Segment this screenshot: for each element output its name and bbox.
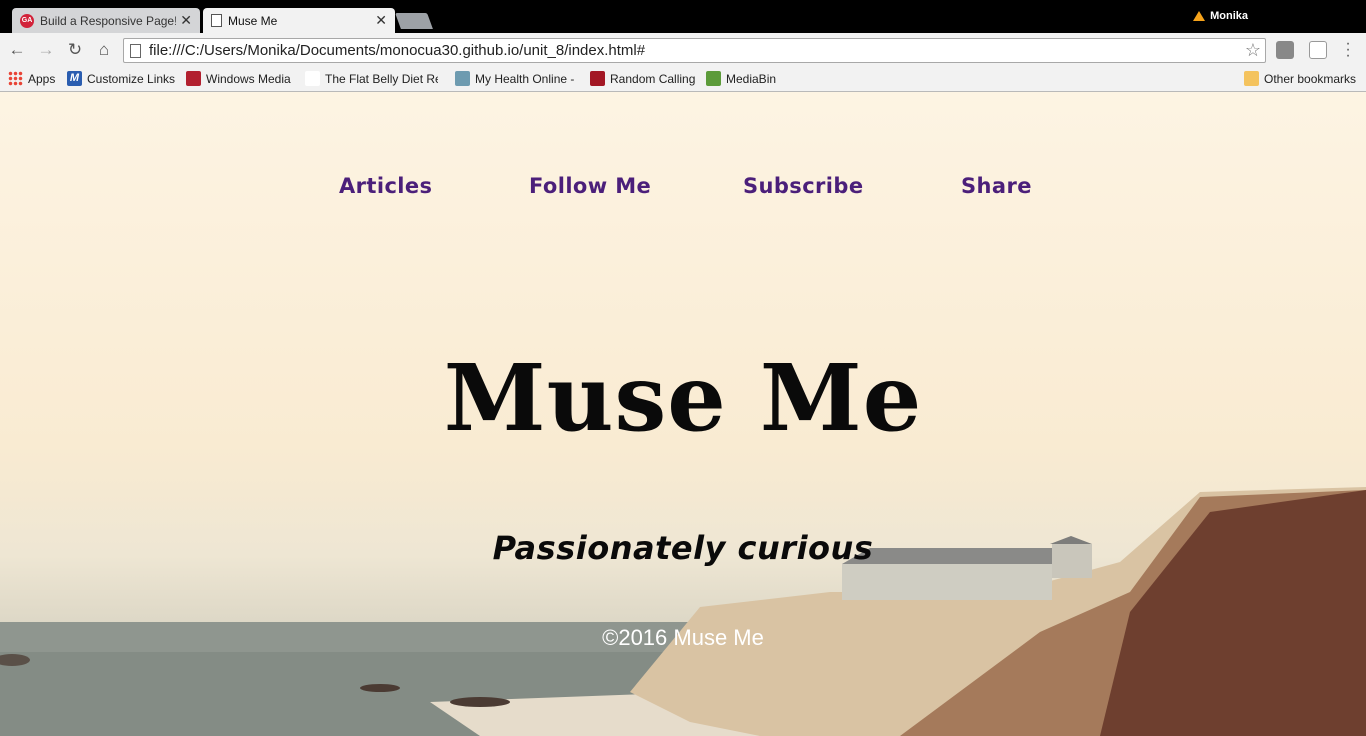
site-title: Muse Me [443, 344, 923, 452]
page-content: Articles Follow Me Subscribe Share Muse … [0, 92, 1366, 736]
bookmark-apps[interactable]: Apps [8, 71, 55, 86]
ga-icon: GA [20, 13, 34, 28]
forward-icon[interactable]: → [35, 39, 57, 61]
bookmark-random-calling[interactable]: Random Calling [590, 71, 695, 86]
mediabin-icon [706, 71, 721, 86]
nav-subscribe[interactable]: Subscribe [743, 174, 863, 198]
bookmark-label: My Health Online - [475, 71, 575, 86]
extension-icon[interactable] [1309, 41, 1327, 59]
bookmark-label: MediaBin [726, 71, 777, 86]
bookmark-customize-links[interactable]: M Customize Links [67, 71, 175, 86]
page-icon [211, 14, 222, 27]
reload-icon[interactable]: ↻ [64, 39, 86, 61]
star-icon[interactable]: ☆ [1245, 40, 1261, 61]
folder-icon [1244, 71, 1259, 86]
bookmark-label: Customize Links [87, 71, 176, 86]
home-icon[interactable]: ⌂ [93, 39, 115, 61]
menu-icon[interactable]: · · · [1341, 36, 1355, 64]
tab-title: Muse Me [228, 13, 278, 28]
bookmark-windows-media[interactable]: Windows Media [186, 71, 291, 86]
apps-icon [8, 71, 23, 86]
address-bar[interactable]: file:///C:/Users/Monika/Documents/monocu… [123, 38, 1266, 63]
bookmarks-bar: Apps M Customize Links Windows Media The… [0, 67, 1366, 92]
tab-strip: GA Build a Responsive Page! ✕ Muse Me ✕ … [0, 0, 1366, 33]
profile-button[interactable]: Monika [1193, 10, 1248, 22]
tab-build-responsive-page[interactable]: GA Build a Responsive Page! ✕ [12, 8, 200, 33]
back-icon[interactable]: ← [6, 39, 28, 61]
bookmark-label: Random Calling [610, 71, 696, 86]
nav-articles[interactable]: Articles [339, 174, 432, 198]
extension-icon[interactable] [1276, 41, 1294, 59]
new-tab-button[interactable] [395, 13, 433, 29]
close-icon[interactable]: ✕ [180, 12, 192, 29]
bookmark-flat-belly[interactable]: The Flat Belly Diet Rev [305, 71, 438, 86]
bookmark-label: The Flat Belly Diet Rev [325, 71, 438, 86]
bookmark-label: Windows Media [206, 71, 291, 86]
bookmark-label: Apps [28, 71, 56, 86]
windows-media-icon [186, 71, 201, 86]
other-bookmarks[interactable]: Other bookmarks [1244, 71, 1356, 86]
close-icon[interactable]: ✕ [375, 12, 387, 29]
tab-title: Build a Responsive Page! [40, 13, 177, 28]
profile-name: Monika [1210, 10, 1248, 22]
bookmark-label: Other bookmarks [1264, 71, 1357, 86]
url-text[interactable]: file:///C:/Users/Monika/Documents/monocu… [149, 42, 1245, 59]
bookmark-my-health[interactable]: My Health Online - [455, 71, 574, 86]
bookmark-mediabin[interactable]: MediaBin [706, 71, 776, 86]
nav-follow-me[interactable]: Follow Me [529, 174, 651, 198]
browser-toolbar: ← → ↻ ⌂ file:///C:/Users/Monika/Document… [0, 33, 1366, 67]
webmd-icon [305, 71, 320, 86]
health-icon [455, 71, 470, 86]
nav-share[interactable]: Share [961, 174, 1032, 198]
apple-icon [590, 71, 605, 86]
tab-muse-me[interactable]: Muse Me ✕ [203, 8, 395, 33]
tagline: Passionately curious [492, 529, 874, 567]
page-icon [130, 43, 141, 58]
warning-icon [1193, 11, 1206, 21]
customize-links-icon: M [67, 71, 82, 86]
footer-copyright: ©2016 Muse Me [602, 625, 764, 650]
